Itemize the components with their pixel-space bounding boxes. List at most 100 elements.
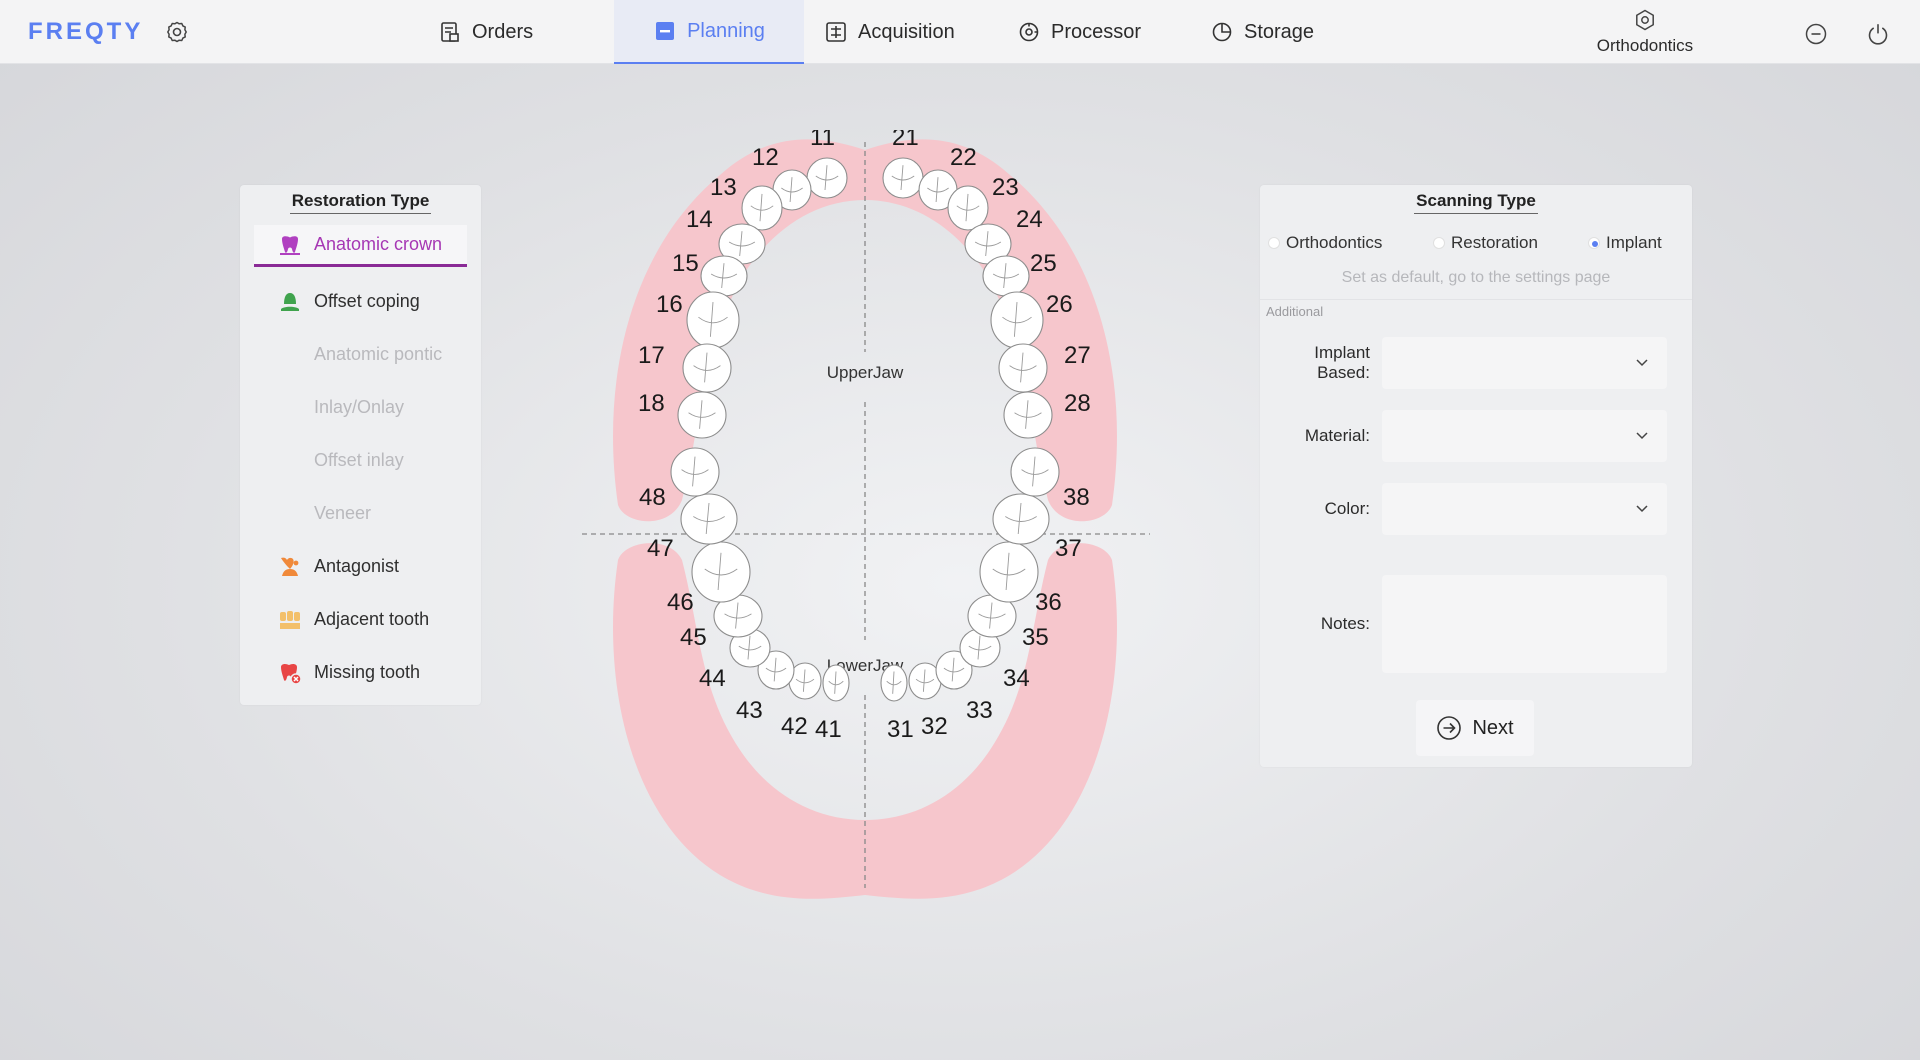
chevron-down-icon [1636,359,1648,367]
restoration-item-anatomic-pontic[interactable]: Anatomic pontic [254,328,467,381]
restoration-item-label: Adjacent tooth [314,609,430,629]
chevron-down-icon [1636,432,1648,440]
tooth-number-label: 12 [752,144,779,171]
material-label: Material: [1304,426,1370,445]
tooth-number-label: 31 [887,716,914,743]
tooth-21[interactable] [882,157,924,199]
planning-icon [653,19,677,43]
color-select[interactable] [1382,483,1667,535]
tab-storage[interactable]: Storage [1210,0,1314,64]
tooth-number-label: 32 [921,713,948,740]
tooth-36[interactable] [979,541,1039,603]
tooth-number-label: 15 [672,250,699,277]
acquisition-icon [824,20,848,44]
tooth-number-label: 37 [1055,535,1082,562]
orders-icon [438,20,462,44]
scan-option-label: Orthodontics [1286,233,1383,252]
settings-gear-icon[interactable] [163,18,191,46]
mode-hexagon-icon [1633,8,1657,32]
tooth-number-label: 23 [992,174,1019,201]
divider [1260,299,1692,300]
tab-acquisition[interactable]: Acquisition [824,0,955,64]
tab-orders[interactable]: Orders [438,0,533,64]
tab-acquisition-label: Acquisition [858,20,955,43]
radio-unchecked-icon[interactable] [1433,237,1445,249]
mode-selector[interactable]: Orthodontics [1570,8,1720,56]
implant-based-label: Implant Based: [1314,343,1370,382]
scan-option-restoration[interactable]: Restoration [1433,233,1588,253]
notes-textarea[interactable] [1382,575,1667,673]
restoration-item-missing-tooth[interactable]: Missing tooth [254,646,467,699]
scanning-type-title: Scanning Type [1414,191,1538,214]
minimize-icon[interactable] [1802,20,1830,48]
restoration-item-offset-coping[interactable]: Offset coping [254,275,467,328]
tooth-number-label: 36 [1035,589,1062,616]
scanning-type-panel: Scanning Type Orthodontics Restoration I… [1260,185,1692,767]
tooth-17[interactable] [682,343,732,393]
settings-hint-link[interactable]: Set as default, go to the settings page [1260,269,1692,287]
scan-option-orthodontics[interactable]: Orthodontics [1268,233,1433,253]
radio-unchecked-icon[interactable] [1268,237,1280,249]
restoration-type-title: Restoration Type [289,191,432,214]
tooth-number-label: 34 [1003,665,1030,692]
tooth-number-label: 27 [1064,342,1091,369]
tooth-27[interactable] [998,343,1048,393]
restoration-item-label: Antagonist [314,556,400,576]
tab-orders-label: Orders [472,20,534,43]
tooth-31[interactable] [880,664,908,702]
tooth-47[interactable] [680,493,738,545]
tab-planning[interactable]: Planning [614,0,804,64]
mode-label: Orthodontics [1596,36,1694,55]
restoration-type-panel: Restoration Type Anatomic crown Offset c… [240,185,481,705]
color-row: Color: [1260,483,1692,535]
top-bar: FREQTY Orders Planning Acquisition Proce… [0,0,1920,64]
tooth-13[interactable] [741,185,783,231]
tooth-15[interactable] [700,255,748,297]
anatomic-crown-icon [278,233,302,257]
tab-processor[interactable]: Processor [1017,0,1141,64]
restoration-item-inlay-onlay[interactable]: Inlay/Onlay [254,381,467,434]
tooth-18[interactable] [677,391,727,439]
scan-option-implant[interactable]: Implant [1588,233,1662,253]
restoration-item-label: Offset coping [314,291,420,311]
tooth-number-label: 38 [1063,484,1090,511]
restoration-item-anatomic-crown[interactable]: Anatomic crown [254,225,467,267]
tab-storage-label: Storage [1244,20,1315,43]
tooth-number-label: 47 [647,535,674,562]
upper-jaw-label: UpperJaw [827,363,904,382]
tab-planning-label: Planning [687,19,765,42]
tooth-11[interactable] [806,157,848,199]
implant-based-select[interactable] [1382,337,1667,389]
tooth-16[interactable] [686,291,740,349]
tooth-28[interactable] [1003,391,1053,439]
tooth-23[interactable] [947,185,989,231]
restoration-item-veneer[interactable]: Veneer [254,487,467,540]
tooth-48[interactable] [670,447,720,497]
power-icon[interactable] [1864,20,1892,48]
notes-row: Notes: [1260,575,1692,673]
material-select[interactable] [1382,410,1667,462]
restoration-item-label: Anatomic crown [314,234,443,254]
tooth-26[interactable] [990,291,1044,349]
tooth-number-label: 33 [966,697,993,724]
tooth-number-label: 18 [638,390,665,417]
tooth-number-label: 14 [686,206,713,233]
radio-checked-icon[interactable] [1588,237,1600,249]
next-button[interactable]: Next [1416,700,1534,756]
color-label: Color: [1324,499,1370,518]
tab-processor-label: Processor [1051,20,1142,43]
restoration-item-adjacent-tooth[interactable]: Adjacent tooth [254,593,467,646]
tooth-25[interactable] [982,255,1030,297]
next-button-label: Next [1472,716,1514,739]
storage-icon [1210,20,1234,44]
restoration-item-antagonist[interactable]: Antagonist [254,540,467,593]
material-row: Material: [1260,410,1692,462]
tooth-38[interactable] [1010,447,1060,497]
tooth-41[interactable] [822,664,850,702]
tooth-46[interactable] [691,541,751,603]
tooth-number-label: 48 [639,484,666,511]
tooth-number-label: 11 [810,130,835,151]
antagonist-icon [278,555,302,579]
restoration-item-offset-inlay[interactable]: Offset inlay [254,434,467,487]
tooth-37[interactable] [992,493,1050,545]
